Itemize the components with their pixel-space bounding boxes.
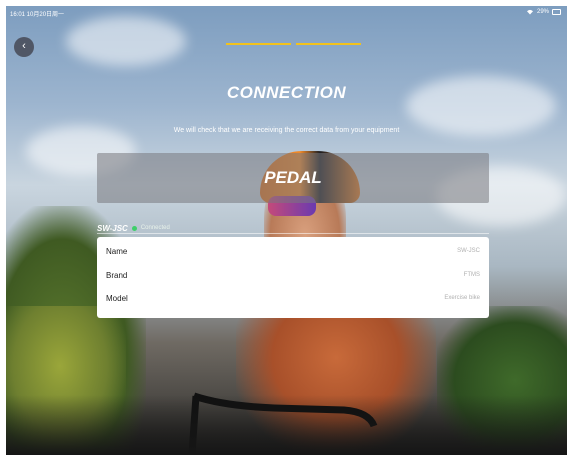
progress-step-1 — [226, 43, 291, 45]
detail-label: Name — [106, 247, 128, 256]
device-details-card: Name SW-JSC Brand FTMS Model Exercise bi… — [97, 237, 489, 318]
detail-row-model: Model Exercise bike — [97, 288, 489, 310]
wifi-icon — [526, 9, 533, 15]
status-bar: 16:01 10月20日周一 29% — [6, 6, 567, 20]
page-title: CONNECTION — [226, 83, 347, 102]
detail-row-name: Name SW-JSC — [97, 241, 489, 263]
equipment-type-card: PEDAL — [97, 153, 489, 203]
status-time-date: 16:01 10月20日周一 — [10, 12, 65, 18]
divider — [97, 233, 489, 234]
chevron-left-icon: ‹ — [22, 40, 26, 52]
connection-status: Connected — [140, 225, 170, 231]
detail-value: FTMS — [463, 272, 480, 278]
detail-value: SW-JSC — [457, 248, 480, 254]
equipment-type-label: PEDAL — [264, 168, 322, 187]
background-cloud — [66, 16, 186, 66]
background-fade — [6, 395, 567, 455]
battery-percent: 29% — [536, 9, 549, 15]
connected-dot-icon — [131, 225, 137, 231]
device-name: SW-JSC — [97, 223, 128, 233]
progress-step-2 — [296, 43, 361, 45]
detail-row-brand: Brand FTMS — [97, 265, 489, 287]
back-button[interactable]: ‹ — [14, 37, 34, 57]
detail-value: Exercise bike — [444, 295, 480, 301]
status-indicators: 29% — [526, 9, 561, 15]
battery-icon — [552, 9, 561, 15]
app-screen: 16:01 10月20日周一 29% ‹ CONNECTION We will … — [6, 6, 567, 455]
page-subtitle: We will check that we are receiving the … — [173, 127, 400, 134]
detail-label: Brand — [106, 271, 128, 280]
detail-label: Model — [106, 294, 128, 303]
